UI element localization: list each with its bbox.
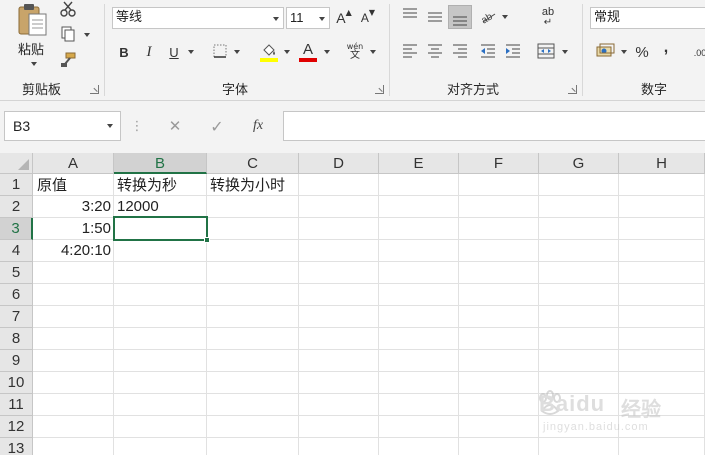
paste-icon [18, 4, 47, 36]
font-color-button[interactable]: A [298, 40, 318, 62]
cell-a2[interactable]: 3:20 [34, 196, 114, 218]
format-painter-icon[interactable] [60, 52, 76, 68]
border-icon [213, 44, 227, 58]
number-group-label: 数字 [641, 83, 668, 98]
grow-font-button[interactable]: A ▲ [336, 8, 352, 28]
merge-dropdown-icon[interactable] [562, 50, 568, 54]
cell-a4[interactable]: 4:20:10 [34, 240, 114, 262]
font-color-dropdown-icon[interactable] [324, 50, 330, 54]
watermark-url: jingyan.baidu.com [543, 421, 649, 433]
fill-color-swatch [260, 58, 278, 62]
decrease-indent-icon[interactable] [480, 44, 496, 58]
font-name-value: 等线 [116, 10, 143, 25]
clipboard-group-label: 剪贴板 [22, 83, 62, 98]
increase-decimal-button[interactable]: .00 [690, 46, 705, 60]
cell-b1[interactable]: 转换为秒 [114, 174, 207, 196]
align-bottom-icon [453, 16, 467, 26]
comma-button[interactable]: , [660, 38, 672, 58]
shrink-font-icon: A [360, 11, 369, 25]
shrink-font-button[interactable]: A ▼ [360, 8, 376, 28]
borders-button[interactable] [212, 43, 228, 59]
underline-dropdown-icon[interactable] [188, 50, 194, 54]
cut-icon[interactable] [60, 1, 76, 17]
wrap-text-button[interactable]: ab ↵ [540, 6, 556, 28]
separator [104, 4, 105, 96]
chevron-down-icon [273, 17, 279, 21]
formula-input[interactable] [283, 111, 705, 141]
watermark-brand: Baidu [539, 391, 606, 416]
number-format-value: 常规 [594, 10, 621, 25]
chevron-down-icon [107, 124, 113, 128]
fill-handle[interactable] [204, 237, 210, 243]
alignment-group-label: 对齐方式 [447, 83, 500, 98]
clipboard-launcher-icon[interactable] [90, 85, 99, 94]
underline-button[interactable]: U [166, 42, 182, 62]
cell-a3[interactable]: 1:50 [34, 218, 114, 240]
chevron-down-icon [319, 17, 325, 21]
font-launcher-icon[interactable] [375, 85, 384, 94]
font-name-select[interactable]: 等线 [112, 7, 284, 29]
align-right-icon[interactable] [452, 44, 468, 58]
wrap-text-icon: ab [541, 5, 555, 18]
paste-label: 粘贴 [18, 43, 45, 58]
bold-button[interactable]: B [116, 42, 132, 62]
phonetic-button[interactable]: wén 文 [346, 40, 364, 64]
align-left-icon[interactable] [402, 44, 418, 58]
number-format-select[interactable]: 常规 [590, 7, 705, 29]
copy-dropdown-icon[interactable] [84, 33, 90, 37]
borders-dropdown-icon[interactable] [234, 50, 240, 54]
orientation-dropdown-icon[interactable] [502, 15, 508, 19]
font-color-swatch [299, 58, 317, 62]
cell-b2[interactable]: 12000 [114, 196, 207, 218]
align-center-icon[interactable] [427, 44, 443, 58]
more-icon[interactable]: ⋮ [131, 117, 144, 135]
align-top-icon[interactable] [402, 8, 418, 22]
selected-cell-b3[interactable] [113, 216, 208, 241]
phonetic-bottom: 文 [350, 50, 360, 61]
align-bottom-button[interactable] [448, 5, 472, 29]
accounting-dropdown-icon[interactable] [621, 50, 627, 54]
grow-font-icon: A [336, 10, 346, 26]
font-group-label: 字体 [222, 83, 249, 98]
separator [582, 4, 583, 96]
copy-icon[interactable] [60, 26, 76, 42]
orientation-icon[interactable]: ab [479, 8, 497, 24]
fill-color-button[interactable] [259, 40, 279, 62]
merge-center-icon[interactable] [537, 43, 555, 59]
increase-indent-icon[interactable] [505, 44, 521, 58]
cell-a1[interactable]: 原值 [34, 174, 114, 196]
fill-color-dropdown-icon[interactable] [284, 50, 290, 54]
alignment-launcher-icon[interactable] [568, 85, 577, 94]
separator [389, 4, 390, 96]
ribbon: 粘贴 剪贴板 等线 11 A ▲ A ▼ B I U A wén 文 字体 ab… [0, 0, 705, 101]
name-box-value: B3 [13, 118, 31, 134]
formula-bar: B3 ⋮ ✕ ✓ fx [0, 101, 705, 153]
percent-button[interactable]: % [634, 42, 650, 62]
cancel-icon[interactable]: ✕ [166, 117, 184, 135]
paint-bucket-icon [263, 44, 275, 56]
svg-text:ab: ab [479, 11, 495, 24]
confirm-icon[interactable]: ✓ [208, 117, 226, 136]
paste-dropdown-icon [31, 62, 37, 66]
insert-function-icon[interactable]: fx [249, 117, 267, 135]
paste-button[interactable]: 粘贴 [8, 2, 56, 72]
font-size-value: 11 [290, 10, 304, 25]
name-box[interactable]: B3 [4, 111, 121, 141]
align-middle-icon[interactable] [427, 10, 443, 24]
watermark: Baidu 经验 jingyan.baidu.com [535, 385, 705, 445]
phonetic-dropdown-icon[interactable] [370, 50, 376, 54]
font-size-select[interactable]: 11 [286, 7, 330, 29]
font-color-icon: A [302, 40, 313, 58]
cell-c1[interactable]: 转换为小时 [207, 174, 299, 196]
italic-button[interactable]: I [141, 42, 157, 62]
watermark-suffix: 经验 [621, 397, 661, 421]
accounting-format-icon[interactable] [596, 43, 616, 59]
